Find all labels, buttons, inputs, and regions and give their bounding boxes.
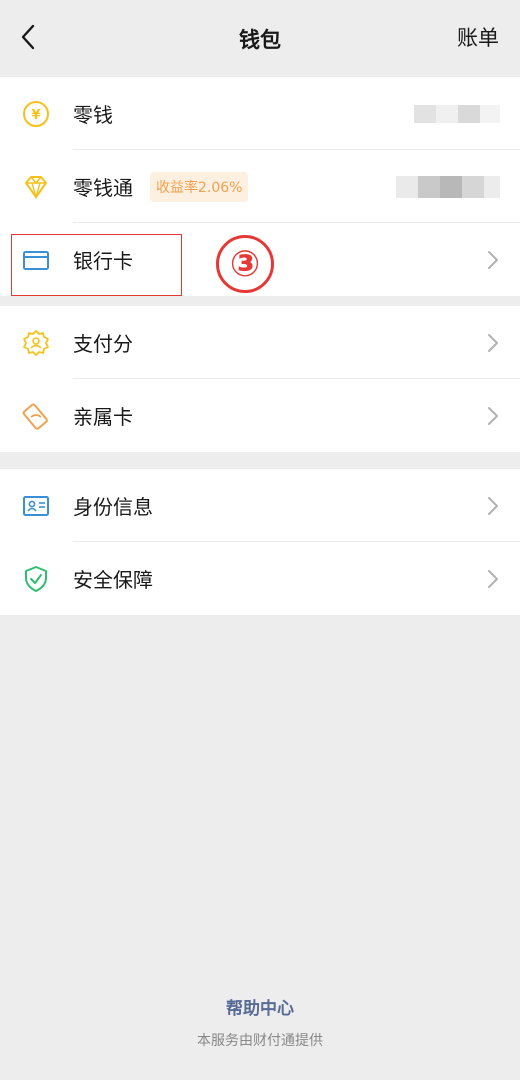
- shield-check-icon: [22, 565, 50, 593]
- hidden-balance-amount: [414, 104, 500, 123]
- row-pay-score-label: 支付分: [73, 332, 133, 356]
- diamond-icon: [22, 173, 50, 201]
- row-lingqiantong-label: 零钱通: [73, 176, 133, 200]
- row-identity[interactable]: 身份信息: [0, 469, 520, 542]
- wallet-group-account: 身份信息 安全保障: [0, 469, 520, 615]
- row-security[interactable]: 安全保障: [0, 542, 520, 615]
- id-card-icon: [22, 492, 50, 520]
- provider-note: 本服务由财付通提供: [197, 1033, 323, 1049]
- bank-card-highlight-box: [11, 234, 182, 296]
- family-card-icon: [22, 402, 50, 430]
- help-center-link[interactable]: 帮助中心: [0, 994, 520, 1019]
- chevron-right-icon: [488, 250, 498, 269]
- row-security-label: 安全保障: [73, 568, 153, 592]
- bill-button[interactable]: 账单: [457, 22, 499, 52]
- row-family-card[interactable]: 亲属卡: [0, 379, 520, 452]
- wallet-group-services: 支付分 亲属卡: [0, 306, 520, 452]
- nav-header: 钱包 账单: [0, 0, 520, 77]
- row-change[interactable]: ¥ 零钱: [0, 77, 520, 150]
- page-title: 钱包: [239, 27, 281, 52]
- yield-rate-badge: 收益率2.06%: [150, 171, 249, 202]
- svg-text:¥: ¥: [31, 108, 40, 123]
- chevron-right-icon: [488, 569, 498, 588]
- row-lingqiantong[interactable]: 零钱通 收益率2.06%: [0, 150, 520, 223]
- chevron-right-icon: [488, 406, 498, 425]
- row-identity-label: 身份信息: [73, 495, 153, 519]
- back-button[interactable]: [10, 14, 46, 60]
- chevron-right-icon: [488, 333, 498, 352]
- yen-coin-icon: ¥: [22, 100, 50, 128]
- row-family-card-label: 亲属卡: [73, 405, 133, 429]
- row-pay-score[interactable]: 支付分: [0, 306, 520, 379]
- hidden-lingqiantong-amount: [396, 175, 500, 198]
- chevron-right-icon: [488, 496, 498, 515]
- pay-score-badge-icon: [22, 329, 50, 357]
- step-marker: ③: [216, 235, 274, 293]
- chevron-left-icon: [21, 24, 35, 50]
- row-change-label: 零钱: [73, 103, 113, 127]
